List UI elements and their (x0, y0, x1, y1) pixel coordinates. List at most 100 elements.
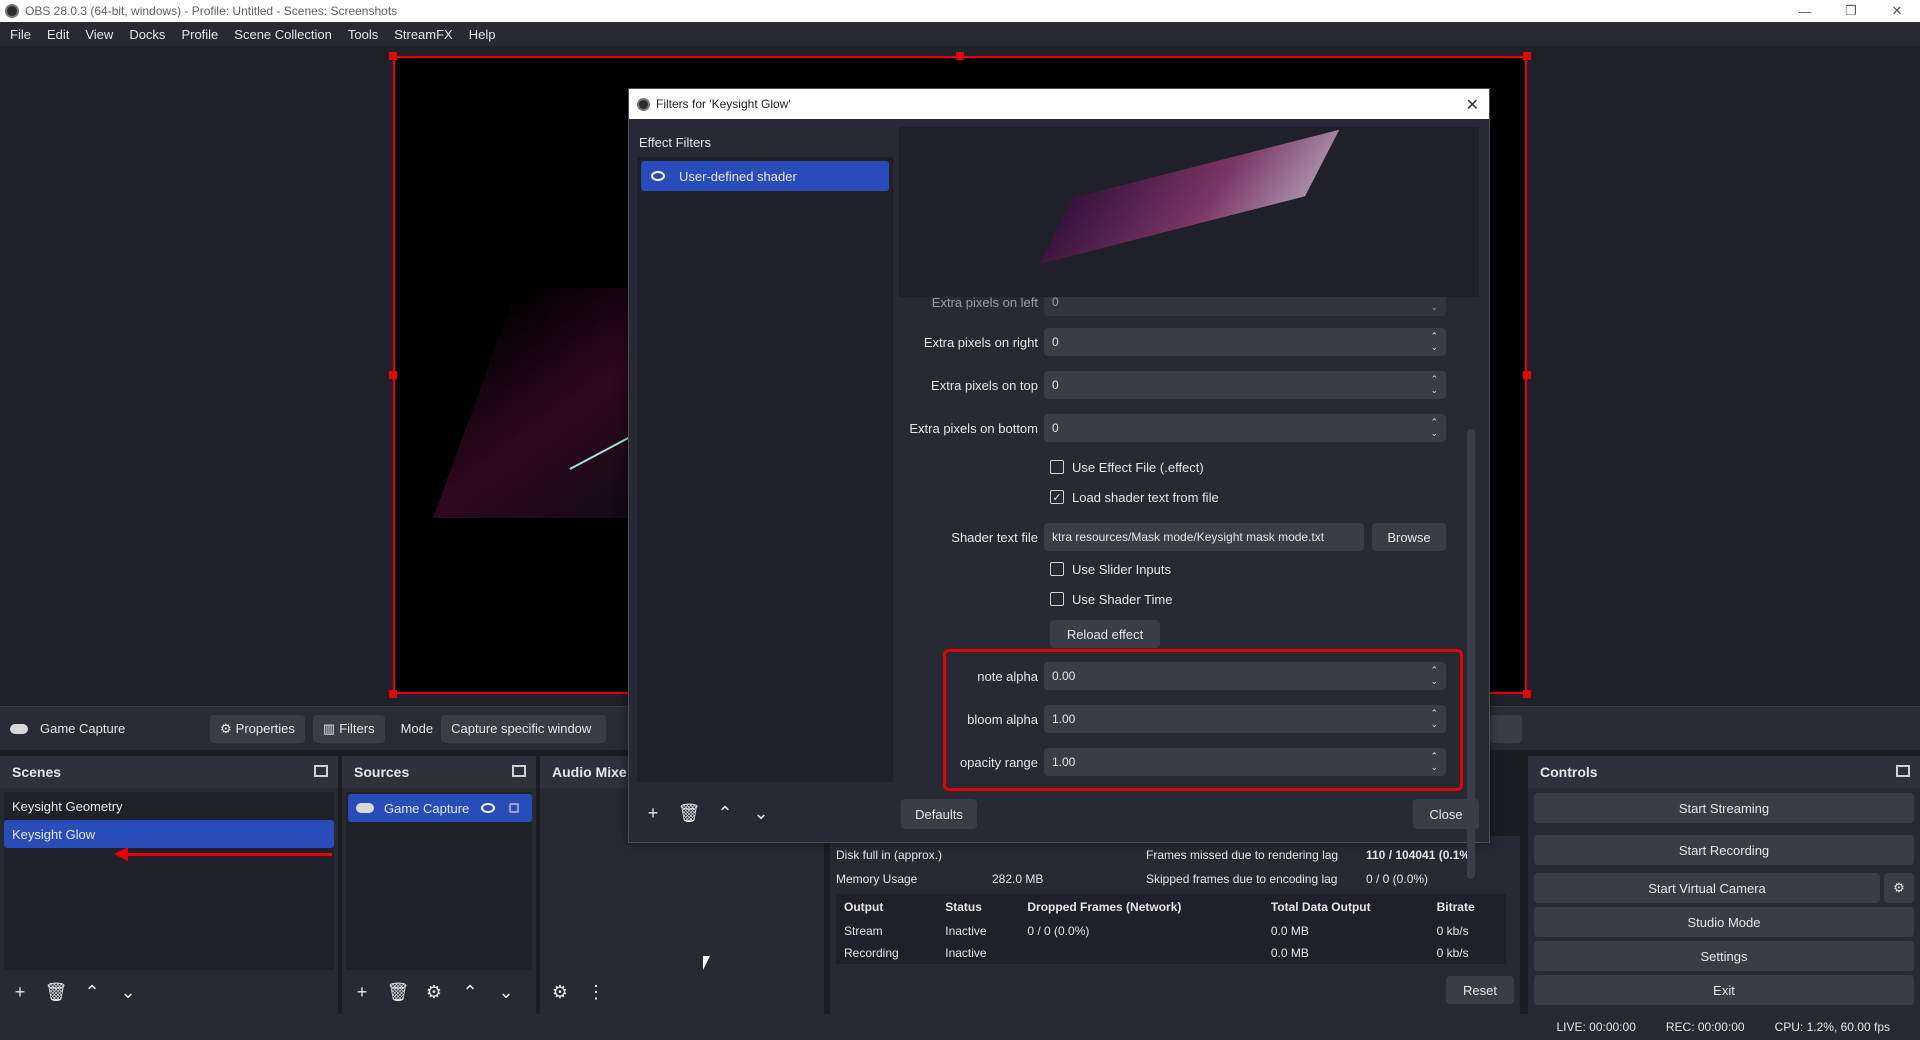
annotation-arrow (114, 847, 332, 861)
undock-icon[interactable] (1896, 765, 1910, 777)
remove-filter-button[interactable]: 🗑 (675, 799, 703, 827)
mode-dropdown-arrow[interactable] (1490, 715, 1522, 743)
cell: Recording (844, 946, 899, 960)
mode-select[interactable]: Capture specific window (441, 714, 607, 743)
obs-logo-icon (637, 97, 650, 111)
use-slider-row[interactable]: Use Slider Inputs (1050, 558, 1171, 580)
use-shader-time-row[interactable]: Use Shader Time (1050, 588, 1172, 610)
restore-button[interactable]: ❐ (1828, 0, 1874, 22)
start-recording-button[interactable]: Start Recording (1534, 835, 1914, 865)
source-item[interactable]: Game Capture (348, 794, 532, 822)
extra-bottom-input[interactable]: 0 ⌃ ⌄ (1044, 414, 1446, 442)
gamepad-icon (356, 803, 374, 813)
add-filter-button[interactable]: + (639, 799, 667, 827)
lock-icon[interactable] (509, 803, 520, 813)
extra-right-input[interactable]: 0 ⌃ ⌄ (1044, 328, 1446, 356)
start-virtual-camera-button[interactable]: Start Virtual Camera (1534, 873, 1880, 903)
scene-item-selected[interactable]: Keysight Glow (4, 820, 334, 848)
extra-right-label: Extra pixels on right (923, 334, 1038, 350)
menu-file[interactable]: File (2, 27, 39, 42)
resize-handle[interactable] (1523, 690, 1531, 698)
extra-top-label: Extra pixels on top (931, 377, 1038, 393)
undock-icon[interactable] (314, 765, 328, 777)
minimize-button[interactable]: — (1782, 0, 1828, 22)
move-down-button[interactable]: ⌄ (492, 978, 520, 1006)
move-filter-up-button[interactable]: ⌃ (711, 799, 739, 827)
menu-help[interactable]: Help (461, 27, 504, 42)
exit-button[interactable]: Exit (1534, 975, 1914, 1005)
sources-list: Game Capture (346, 792, 532, 970)
start-streaming-button[interactable]: Start Streaming (1534, 793, 1914, 823)
remove-scene-button[interactable]: 🗑 (42, 978, 70, 1006)
close-icon[interactable]: ✕ (1466, 95, 1479, 115)
resize-handle[interactable] (389, 690, 397, 698)
undock-icon[interactable] (512, 765, 526, 777)
extra-top-input[interactable]: 0 ⌃ ⌄ (1044, 371, 1446, 399)
spinner-arrows-icon[interactable]: ⌃⌄ (1430, 331, 1438, 353)
menu-edit[interactable]: Edit (39, 27, 77, 42)
close-window-button[interactable]: ✕ (1874, 0, 1920, 22)
extra-top-value: 0 (1052, 378, 1059, 392)
use-shader-time-checkbox[interactable] (1050, 592, 1064, 606)
extra-top-row: Extra pixels on top 0 ⌃ ⌄ (899, 370, 1469, 400)
skipped-value: 0 / 0 (0.0%) (1366, 872, 1429, 886)
shader-file-input[interactable]: ktra resources/Mask mode/Keysight mask m… (1044, 523, 1364, 551)
menu-view[interactable]: View (77, 27, 121, 42)
advanced-audio-button[interactable]: ⚙ (546, 978, 574, 1006)
disk-label: Disk full in (approx.) (836, 848, 943, 862)
defaults-button[interactable]: Defaults (901, 799, 977, 829)
extra-left-input[interactable]: 0 ⌃⌄ (1044, 297, 1446, 316)
load-shader-checkbox[interactable]: ✓ (1050, 490, 1064, 504)
close-button[interactable]: Close (1413, 799, 1479, 829)
menu-profile[interactable]: Profile (173, 27, 226, 42)
filter-item[interactable]: User-defined shader (641, 161, 889, 191)
extra-bottom-row: Extra pixels on bottom 0 ⌃ ⌄ (899, 413, 1469, 443)
spinner-arrows-icon[interactable]: ⌃⌄ (1430, 297, 1438, 313)
studio-mode-button[interactable]: Studio Mode (1534, 907, 1914, 937)
rec-status: REC: 00:00:00 (1665, 1020, 1745, 1034)
move-down-button[interactable]: ⌄ (114, 978, 142, 1006)
visibility-eye-icon[interactable] (481, 803, 496, 813)
move-filter-down-button[interactable]: ⌄ (747, 799, 775, 827)
scenes-dock-title: Scenes (0, 756, 338, 788)
more-options-icon[interactable]: ⋮ (582, 978, 610, 1006)
effect-filters-label: Effect Filters (639, 135, 712, 150)
move-up-button[interactable]: ⌃ (456, 978, 484, 1006)
virtual-camera-settings-button[interactable]: ⚙ (1884, 873, 1914, 903)
browse-button[interactable]: Browse (1372, 523, 1446, 551)
resize-handle[interactable] (1523, 52, 1531, 60)
cell: 0 / 0 (0.0%) (1027, 924, 1090, 938)
cell: Stream (844, 924, 883, 938)
scene-item[interactable]: Keysight Geometry (4, 792, 334, 820)
menu-scene-collection[interactable]: Scene Collection (226, 27, 340, 42)
remove-source-button[interactable]: 🗑 (384, 978, 412, 1006)
menu-tools[interactable]: Tools (340, 27, 386, 42)
properties-button[interactable]: ⚙ Properties (210, 714, 305, 743)
resize-handle[interactable] (389, 52, 397, 60)
use-effect-file-row[interactable]: Use Effect File (.effect) (1050, 456, 1204, 478)
resize-handle[interactable] (389, 371, 397, 379)
stats-panel: Disk full in (approx.) Memory Usage 282.… (830, 836, 1520, 1014)
menu-streamfx[interactable]: StreamFX (386, 27, 461, 42)
settings-button[interactable]: Settings (1534, 941, 1914, 971)
use-slider-checkbox[interactable] (1050, 562, 1064, 576)
selected-source: Game Capture (10, 721, 210, 736)
add-scene-button[interactable]: + (6, 978, 34, 1006)
resize-handle[interactable] (1523, 371, 1531, 379)
memory-value: 282.0 MB (992, 872, 1044, 886)
cpu-status: CPU: 1.2%, 60.00 fps (1774, 1020, 1890, 1034)
reload-effect-button[interactable]: Reload effect (1050, 620, 1160, 648)
source-settings-button[interactable]: ⚙ (420, 978, 448, 1006)
add-source-button[interactable]: + (348, 978, 376, 1006)
spinner-arrows-icon[interactable]: ⌃⌄ (1430, 417, 1438, 439)
obs-logo-icon (5, 4, 19, 18)
move-up-button[interactable]: ⌃ (78, 978, 106, 1006)
filters-button[interactable]: ▥ Filters (312, 714, 385, 743)
menu-docks[interactable]: Docks (121, 27, 173, 42)
visibility-eye-icon[interactable] (651, 171, 665, 181)
reset-button[interactable]: Reset (1446, 976, 1514, 1004)
spinner-arrows-icon[interactable]: ⌃⌄ (1430, 374, 1438, 396)
load-shader-row[interactable]: ✓ Load shader text from file (1050, 486, 1219, 508)
use-effect-file-checkbox[interactable] (1050, 460, 1064, 474)
resize-handle[interactable] (956, 52, 964, 60)
